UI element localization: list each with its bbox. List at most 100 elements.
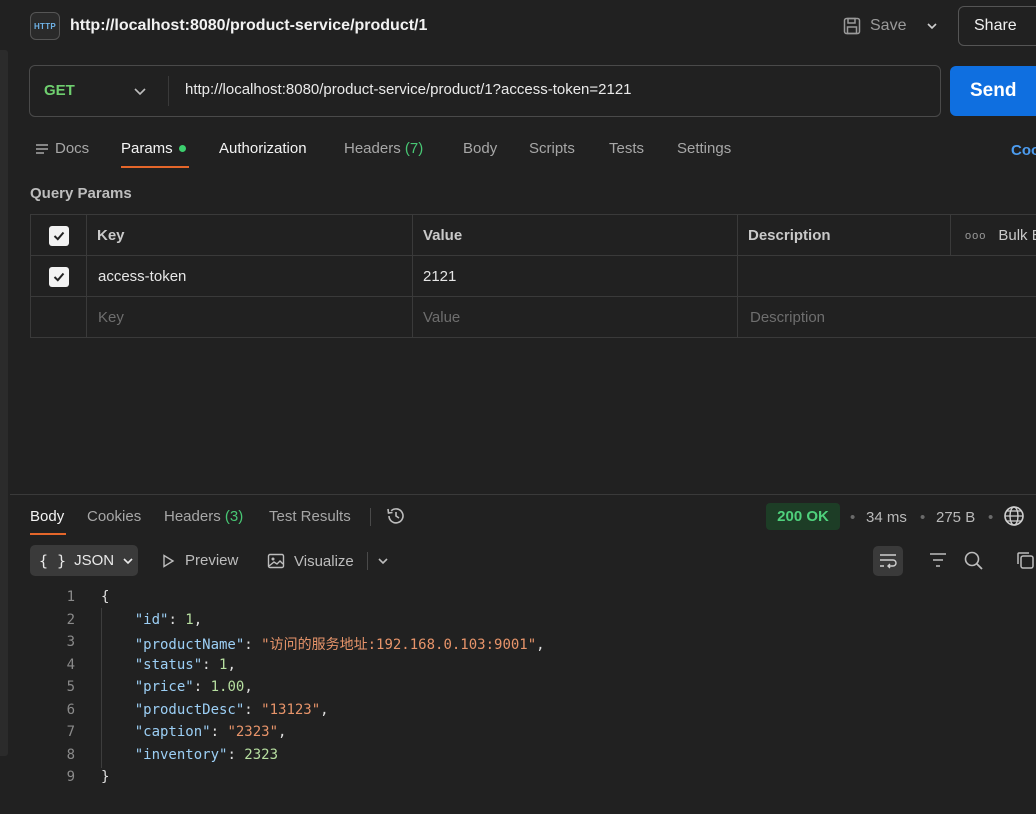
column-header-value: Value xyxy=(413,215,738,256)
meta-separator-dot: • xyxy=(920,509,926,526)
tab-docs[interactable]: Docs xyxy=(35,140,89,157)
bulk-edit-button[interactable]: ooo Bulk E xyxy=(951,215,1036,256)
query-params-table: Key Value Description ooo Bulk E access-… xyxy=(30,214,1036,338)
line-number: 5 xyxy=(66,679,75,695)
request-title[interactable]: http://localhost:8080/product-service/pr… xyxy=(70,17,427,35)
params-active-dot xyxy=(178,144,186,152)
tab-active-underline xyxy=(121,166,189,168)
method-select[interactable]: GET xyxy=(44,82,75,99)
tab-headers-label: Headers xyxy=(344,140,401,157)
param-value-cell[interactable]: 2121 xyxy=(413,256,738,297)
column-header-description: Description xyxy=(738,215,951,256)
image-icon xyxy=(267,553,285,569)
url-input[interactable]: http://localhost:8080/product-service/pr… xyxy=(185,81,632,98)
line-number: 3 xyxy=(66,634,75,650)
select-all-checkbox[interactable] xyxy=(48,225,69,246)
save-icon xyxy=(843,17,861,35)
line-number: 6 xyxy=(66,702,75,718)
tab-params[interactable]: Params xyxy=(121,140,186,157)
tabs-separator xyxy=(370,508,371,526)
save-button[interactable]: Save xyxy=(842,12,906,40)
code-line: "id": 1, xyxy=(134,612,203,628)
wrap-lines-button[interactable] xyxy=(873,546,903,576)
send-button[interactable]: Send xyxy=(950,66,1036,116)
search-icon[interactable] xyxy=(963,550,984,575)
tab-settings[interactable]: Settings xyxy=(677,140,731,157)
code-line: "status": 1, xyxy=(134,657,236,673)
visualize-button[interactable]: Visualize xyxy=(267,552,354,570)
share-button[interactable]: Share xyxy=(958,6,1036,46)
response-time[interactable]: 34 ms xyxy=(866,509,907,526)
tab-authorization[interactable]: Authorization xyxy=(219,140,307,157)
tab-params-label: Params xyxy=(121,140,173,157)
docs-icon xyxy=(36,143,48,154)
new-value-input[interactable]: Value xyxy=(413,297,738,338)
response-tab-underline xyxy=(30,533,66,535)
response-tab-body[interactable]: Body xyxy=(30,508,64,525)
headers-count: (7) xyxy=(404,140,424,157)
line-number: 1 xyxy=(66,589,75,605)
line-number: 8 xyxy=(66,747,75,763)
cookies-link[interactable]: Coo xyxy=(1011,142,1036,159)
new-key-input[interactable]: Key xyxy=(87,297,413,338)
code-line: "productName": "访问的服务地址:192.168.0.103:90… xyxy=(134,637,545,653)
column-header-key: Key xyxy=(87,215,413,256)
response-divider[interactable] xyxy=(10,494,1036,495)
globe-icon[interactable] xyxy=(1003,505,1025,531)
response-tab-test-results[interactable]: Test Results xyxy=(269,508,351,525)
status-badge[interactable]: 200 OK xyxy=(766,503,840,530)
more-icon: ooo xyxy=(965,229,987,242)
empty-check-cell xyxy=(31,297,87,338)
line-number: 4 xyxy=(66,657,75,673)
share-label: Share xyxy=(974,17,1017,34)
code-line: "price": 1.00, xyxy=(134,679,253,695)
code-line: { xyxy=(101,589,110,605)
table-row: access-token 2121 xyxy=(31,256,1036,297)
save-label: Save xyxy=(870,17,907,34)
format-label: JSON xyxy=(74,552,115,569)
code-line: "productDesc": "13123", xyxy=(134,702,329,718)
visualize-label: Visualize xyxy=(294,552,354,570)
toolbar-separator xyxy=(367,552,368,570)
new-description-input[interactable]: Description xyxy=(738,297,1036,338)
preview-label: Preview xyxy=(185,552,239,569)
response-headers-count: (3) xyxy=(224,508,244,525)
response-headers-label: Headers xyxy=(164,508,221,525)
method-chevron-down-icon[interactable] xyxy=(132,83,148,103)
response-tab-cookies[interactable]: Cookies xyxy=(87,508,141,525)
row-check-cell xyxy=(31,256,87,297)
table-row-empty: Key Value Description xyxy=(31,297,1036,338)
tab-body[interactable]: Body xyxy=(463,140,497,157)
visualize-options-chevron-icon[interactable] xyxy=(376,554,390,572)
response-size[interactable]: 275 B xyxy=(936,509,975,526)
http-icon-text: HTTP xyxy=(33,21,57,31)
play-icon xyxy=(163,553,175,568)
param-key-cell[interactable]: access-token xyxy=(87,256,413,297)
line-number: 7 xyxy=(66,724,75,740)
row-checkbox[interactable] xyxy=(48,266,69,287)
response-tab-headers[interactable]: Headers (3) xyxy=(164,508,243,525)
meta-separator-dot: • xyxy=(988,509,994,526)
left-scroll-strip xyxy=(0,50,8,756)
code-line: } xyxy=(101,769,110,785)
tab-tests[interactable]: Tests xyxy=(609,140,644,157)
format-select[interactable]: { } JSON xyxy=(30,545,138,576)
http-request-icon: HTTP xyxy=(30,12,60,40)
filter-icon[interactable] xyxy=(928,550,948,574)
tab-docs-label: Docs xyxy=(55,140,90,157)
braces-icon: { } xyxy=(39,551,67,570)
line-number: 2 xyxy=(66,612,75,628)
tab-scripts[interactable]: Scripts xyxy=(529,140,575,157)
select-all-cell xyxy=(31,215,87,256)
query-params-title: Query Params xyxy=(30,185,132,202)
bulk-edit-label: Bulk E xyxy=(998,227,1036,244)
tab-headers[interactable]: Headers (7) xyxy=(344,140,423,157)
preview-button[interactable]: Preview xyxy=(160,552,238,569)
param-description-cell[interactable] xyxy=(738,256,1036,297)
meta-separator-dot: • xyxy=(850,509,856,526)
history-icon[interactable] xyxy=(385,505,407,531)
save-options-chevron-icon[interactable] xyxy=(920,12,944,40)
chevron-down-icon xyxy=(123,557,133,564)
wrap-icon xyxy=(880,554,897,569)
copy-icon[interactable] xyxy=(1015,550,1036,575)
